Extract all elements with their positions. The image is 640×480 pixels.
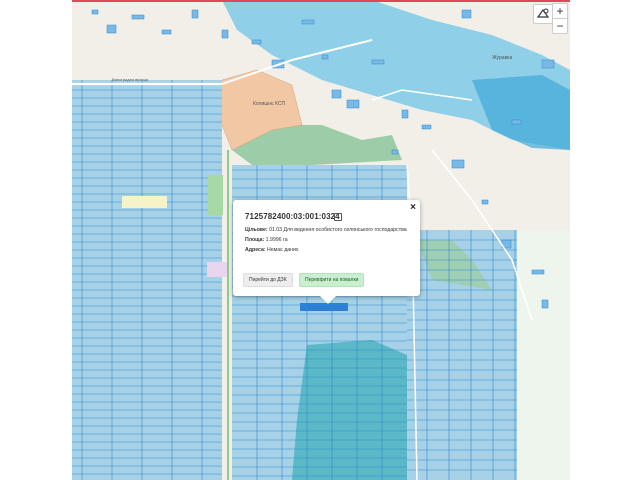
check-button[interactable]: Перевірити на повалки <box>299 273 365 287</box>
area-value: 1.9996 га <box>265 237 288 243</box>
popup-tip <box>320 296 336 304</box>
layers-button[interactable] <box>533 4 553 24</box>
address-label: Адреса: <box>245 247 266 253</box>
ksp-label: Колишнє КСП <box>253 101 286 107</box>
area-label: Площа: <box>245 237 265 243</box>
dark-parcel[interactable] <box>292 340 407 480</box>
copy-icon[interactable] <box>334 213 342 221</box>
go-to-dzk-button[interactable]: Перейти до ДЗК <box>243 273 293 287</box>
zoom-control: + − <box>552 3 568 34</box>
parcel-block-west[interactable] <box>72 80 222 480</box>
address-value: Немає даних <box>267 247 299 253</box>
close-popup-button[interactable]: × <box>410 202 416 213</box>
address-row: Адреса: Немає даних <box>245 247 413 254</box>
cadastral-number: 7125782400:03:001:0324 <box>245 212 340 221</box>
zoom-in-button[interactable]: + <box>553 4 567 18</box>
street-label: Виноградна вулиця <box>112 77 149 82</box>
village-label: Журавка <box>492 55 513 61</box>
area-row: Площа: 1.9996 га <box>245 237 413 244</box>
purpose-label: Цільове: <box>245 227 268 233</box>
purpose-row: Цільове: 01.03 Для ведення особистого се… <box>245 227 413 234</box>
top-border <box>72 0 570 2</box>
zoom-out-button[interactable]: − <box>553 19 567 33</box>
purpose-value: 01.03 Для ведення особистого селянського… <box>269 227 407 233</box>
parcel-popup: 7125782400:03:001:0324 × Цільове: 01.03 … <box>233 200 420 296</box>
layers-icon <box>536 8 550 18</box>
